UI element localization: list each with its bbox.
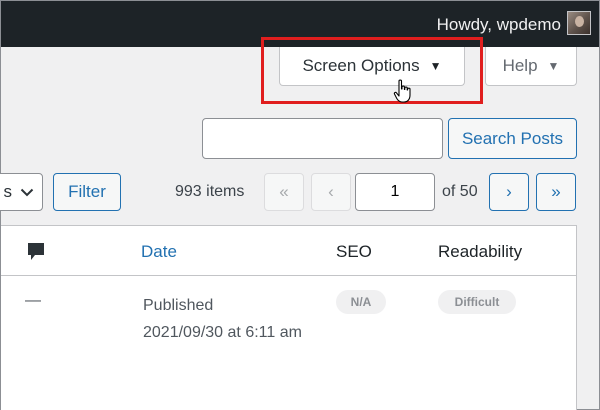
total-pages: of 50 bbox=[442, 183, 478, 200]
howdy-greeting[interactable]: Howdy, wpdemo bbox=[437, 15, 561, 35]
first-page-button[interactable]: « bbox=[264, 173, 304, 211]
bulk-actions-value: s bbox=[3, 182, 13, 201]
caret-down-icon: ▼ bbox=[547, 59, 560, 73]
comment-bubble-icon bbox=[28, 243, 44, 260]
post-datetime: 2021/09/30 at 6:11 am bbox=[143, 324, 302, 341]
avatar[interactable] bbox=[567, 11, 591, 35]
readability-score-badge: Difficult bbox=[438, 290, 516, 314]
items-count: 993 items bbox=[175, 183, 245, 200]
post-status: Published bbox=[143, 297, 214, 314]
last-page-button[interactable]: » bbox=[536, 173, 576, 211]
search-posts-button[interactable]: Search Posts bbox=[448, 118, 577, 159]
bulk-actions-select[interactable]: s bbox=[0, 173, 43, 211]
chevron-down-icon bbox=[20, 188, 34, 196]
current-page-input[interactable] bbox=[355, 173, 435, 211]
comments-count: — bbox=[25, 292, 41, 309]
previous-page-button[interactable]: ‹ bbox=[311, 173, 351, 211]
column-header-readability: Readability bbox=[438, 242, 523, 261]
hand-cursor-icon bbox=[393, 79, 411, 103]
date-cell: Published 2021/09/30 at 6:11 am bbox=[143, 292, 313, 346]
help-label: Help bbox=[502, 56, 538, 75]
next-page-button[interactable]: › bbox=[489, 173, 529, 211]
table-header: Date SEO Readability bbox=[1, 226, 576, 276]
column-header-seo: SEO bbox=[336, 242, 372, 261]
help-button[interactable]: Help ▼ bbox=[485, 47, 577, 86]
posts-table: Date SEO Readability — Published 2021/09… bbox=[1, 225, 577, 410]
highlight-box bbox=[261, 37, 483, 104]
search-input[interactable] bbox=[202, 118, 443, 159]
column-header-date[interactable]: Date bbox=[141, 242, 177, 262]
filter-button[interactable]: Filter bbox=[53, 173, 121, 211]
seo-score-badge: N/A bbox=[336, 290, 386, 314]
